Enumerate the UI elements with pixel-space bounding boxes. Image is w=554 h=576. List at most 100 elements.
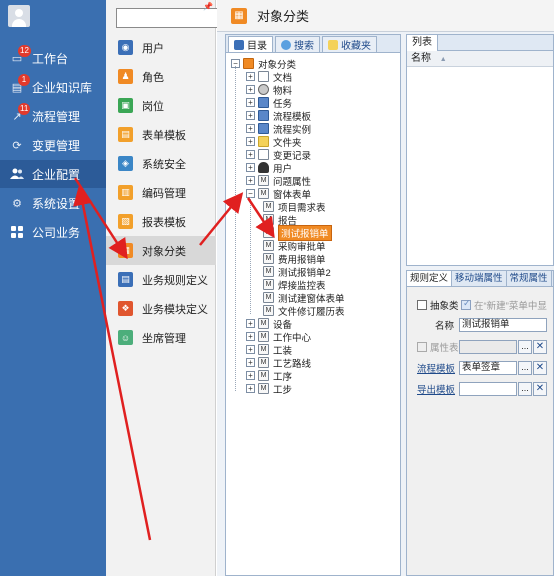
nav-item-workbench[interactable]: ▭ 12 工作台 bbox=[0, 44, 106, 72]
tree-node[interactable]: + 流程模板 bbox=[246, 109, 311, 123]
export-template-link[interactable]: 导出模板 bbox=[417, 382, 455, 396]
list-column-header[interactable]: 名称 ▲ bbox=[407, 51, 553, 67]
tree-node[interactable]: M 项目需求表 bbox=[259, 200, 326, 214]
expand-toggle[interactable]: + bbox=[246, 85, 255, 94]
tab-list[interactable]: 列表 bbox=[407, 35, 438, 51]
flow-template-link[interactable]: 流程模板 bbox=[417, 361, 455, 375]
tab-catalog[interactable]: 目录 bbox=[228, 36, 273, 52]
tab-more[interactable]: 查 bbox=[552, 271, 553, 286]
tree-node[interactable]: M 文件修订履历表 bbox=[259, 304, 345, 318]
tree-node[interactable]: + M 设备 bbox=[246, 317, 292, 331]
tree-node[interactable]: + 流程实例 bbox=[246, 122, 311, 136]
flow-template-browse-button[interactable]: ... bbox=[518, 361, 532, 375]
menu-item-business-module[interactable]: ❖ 业务模块定义 bbox=[106, 294, 216, 323]
menu-item-seat-management[interactable]: ☺ 坐席管理 bbox=[106, 323, 216, 352]
tree-node[interactable]: + 变更记录 bbox=[246, 148, 311, 162]
tree-node[interactable]: − M 窗体表单 bbox=[246, 187, 311, 201]
export-template-field[interactable] bbox=[459, 382, 517, 396]
expand-toggle[interactable]: + bbox=[246, 72, 255, 81]
m-node-icon: M bbox=[263, 279, 274, 290]
tree-node-label: 费用报销单 bbox=[278, 254, 326, 266]
tree-node[interactable]: M 费用报销单 bbox=[259, 252, 326, 266]
report-icon: ▧ bbox=[118, 214, 133, 229]
menu-item-label: 编码管理 bbox=[142, 187, 186, 200]
tree-node[interactable]: + 文件夹 bbox=[246, 135, 302, 149]
menu-search-input[interactable] bbox=[116, 8, 220, 28]
expand-toggle[interactable]: + bbox=[246, 319, 255, 328]
expand-toggle[interactable]: + bbox=[246, 111, 255, 120]
expand-toggle[interactable]: + bbox=[246, 358, 255, 367]
tab-search[interactable]: 搜索 bbox=[275, 36, 320, 52]
tree-node[interactable]: + 物料 bbox=[246, 83, 292, 97]
tree-node[interactable]: M 焊接监控表 bbox=[259, 278, 326, 292]
flow-template-clear-button[interactable]: ✕ bbox=[533, 361, 547, 375]
m-node-icon: M bbox=[263, 266, 274, 277]
tree-node[interactable]: + M 工装 bbox=[246, 343, 292, 357]
menu-item-role[interactable]: ♟ 角色 bbox=[106, 62, 216, 91]
menu-item-security[interactable]: ◈ 系统安全 bbox=[106, 149, 216, 178]
expand-toggle[interactable]: + bbox=[246, 137, 255, 146]
expand-toggle[interactable]: + bbox=[246, 150, 255, 159]
menu-item-form-template[interactable]: ▤ 表单模板 bbox=[106, 120, 216, 149]
menu-item-position[interactable]: ▣ 岗位 bbox=[106, 91, 216, 120]
tree-node[interactable]: + M 工序 bbox=[246, 369, 292, 383]
tab-favorites[interactable]: 收藏夹 bbox=[322, 36, 377, 52]
attr-table-checkbox[interactable] bbox=[417, 342, 427, 352]
tab-general-properties[interactable]: 常规属性 bbox=[507, 271, 552, 286]
attr-table-field[interactable] bbox=[459, 340, 517, 354]
tree-node-label: 项目需求表 bbox=[278, 202, 326, 214]
expand-toggle[interactable]: + bbox=[246, 124, 255, 133]
nav-item-company-business[interactable]: 公司业务 bbox=[0, 218, 106, 246]
m-node-icon: M bbox=[258, 318, 269, 329]
expand-toggle[interactable]: + bbox=[246, 345, 255, 354]
export-template-browse-button[interactable]: ... bbox=[518, 382, 532, 396]
menu-item-report-template[interactable]: ▧ 报表模板 bbox=[106, 207, 216, 236]
attr-table-clear-button[interactable]: ✕ bbox=[533, 340, 547, 354]
nav-item-label: 公司业务 bbox=[32, 225, 81, 240]
tree-node[interactable]: + 用户 bbox=[246, 161, 292, 175]
nav-item-knowledge[interactable]: ▤ 1 企业知识库 bbox=[0, 73, 106, 101]
expand-toggle[interactable]: + bbox=[246, 384, 255, 393]
tab-rule-definition[interactable]: 规则定义 bbox=[407, 271, 453, 286]
tree-node[interactable]: M 测试建窗体表单 bbox=[259, 291, 345, 305]
flow-template-field[interactable]: 表单签章 bbox=[459, 361, 517, 375]
rule-icon: ▤ bbox=[118, 272, 133, 287]
menu-item-object-category[interactable]: ▦ 对象分类 bbox=[106, 236, 216, 265]
avatar[interactable] bbox=[8, 5, 30, 27]
new-menu-checkbox[interactable] bbox=[461, 298, 471, 310]
role-icon: ♟ bbox=[118, 69, 133, 84]
m-node-icon: M bbox=[263, 201, 274, 212]
tree-node[interactable]: + M 工艺路线 bbox=[246, 356, 311, 370]
tree-node[interactable]: M 测试报销单 bbox=[259, 224, 332, 241]
tree-node[interactable]: + M 工步 bbox=[246, 382, 292, 396]
nav-item-system-settings[interactable]: ⚙ 系统设置 bbox=[0, 189, 106, 217]
menu-item-business-rule[interactable]: ▤ 业务规则定义 bbox=[106, 265, 216, 294]
tab-mobile-properties[interactable]: 移动端属性 bbox=[452, 271, 507, 286]
pin-icon[interactable]: 📌 bbox=[203, 2, 213, 11]
expand-toggle[interactable]: + bbox=[246, 371, 255, 380]
expand-toggle[interactable]: + bbox=[246, 98, 255, 107]
tree-node[interactable]: + 任务 bbox=[246, 96, 293, 110]
expand-toggle[interactable]: + bbox=[246, 332, 255, 341]
tree-node[interactable]: − 对象分类 bbox=[231, 57, 296, 71]
monitor-icon: ▭ 12 bbox=[11, 45, 31, 65]
menu-item-code-management[interactable]: ▥ 编码管理 bbox=[106, 178, 216, 207]
gear-node-icon bbox=[258, 84, 269, 95]
name-field[interactable]: 测试报销单 bbox=[459, 318, 547, 332]
tree-node[interactable]: M 测试报销单2 bbox=[259, 265, 331, 279]
expand-toggle[interactable]: + bbox=[246, 163, 255, 172]
tree-node[interactable]: + M 问题属性 bbox=[246, 174, 311, 188]
abstract-class-checkbox[interactable] bbox=[417, 300, 427, 310]
tree-node[interactable]: + 文档 bbox=[246, 70, 292, 84]
nav-item-process[interactable]: ↗ 11 流程管理 bbox=[0, 102, 106, 130]
export-template-clear-button[interactable]: ✕ bbox=[533, 382, 547, 396]
tree-node[interactable]: M 采购审批单 bbox=[259, 239, 326, 253]
tree-node[interactable]: + M 工作中心 bbox=[246, 330, 311, 344]
nav-item-enterprise-config[interactable]: 企业配置 bbox=[0, 160, 106, 188]
menu-item-user[interactable]: ◉ 用户 bbox=[106, 33, 216, 62]
config-menu: ◉ 用户 ♟ 角色 ▣ 岗位 ▤ 表单模板 ◈ 系统安全 ▥ 编码管理 ▧ 报表… bbox=[106, 0, 220, 576]
expand-toggle[interactable]: + bbox=[246, 176, 255, 185]
tree-node-label: 任务 bbox=[273, 98, 293, 110]
attr-table-browse-button[interactable]: ... bbox=[518, 340, 532, 354]
nav-item-change[interactable]: ⟳ 变更管理 bbox=[0, 131, 106, 159]
